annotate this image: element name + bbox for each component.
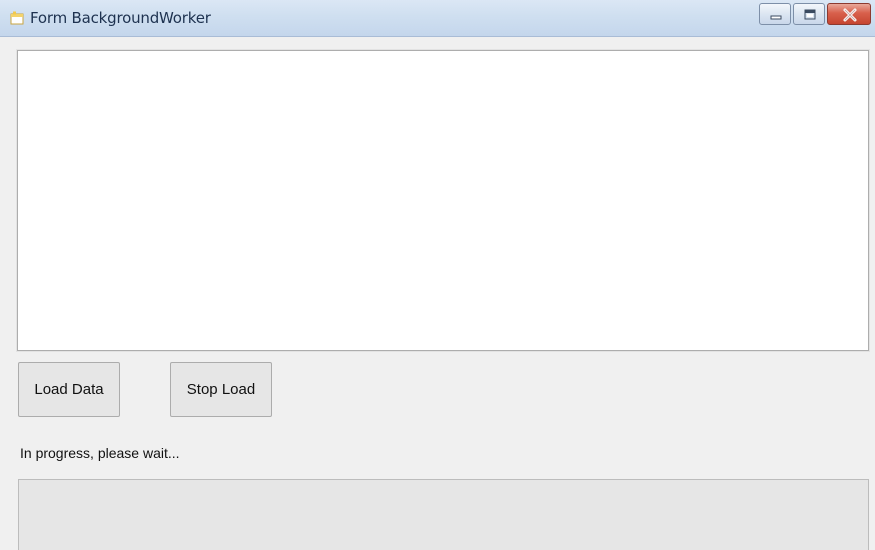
- window-title: Form BackgroundWorker: [30, 9, 211, 27]
- caption-buttons: [759, 3, 871, 27]
- title-bar[interactable]: Form BackgroundWorker: [0, 0, 875, 37]
- status-label: In progress, please wait...: [20, 445, 180, 461]
- maximize-icon: [804, 9, 816, 20]
- stop-load-button[interactable]: Stop Load: [170, 362, 272, 417]
- minimize-button[interactable]: [759, 3, 791, 25]
- progress-bar: [18, 479, 869, 550]
- form-window: Form BackgroundWorker Load Data Stop Loa…: [0, 0, 875, 550]
- close-icon: [843, 8, 857, 22]
- close-button[interactable]: [827, 3, 871, 25]
- minimize-icon: [770, 15, 782, 20]
- output-textbox[interactable]: [16, 49, 870, 352]
- load-data-button[interactable]: Load Data: [18, 362, 120, 417]
- maximize-button[interactable]: [793, 3, 825, 25]
- app-icon[interactable]: [10, 11, 24, 25]
